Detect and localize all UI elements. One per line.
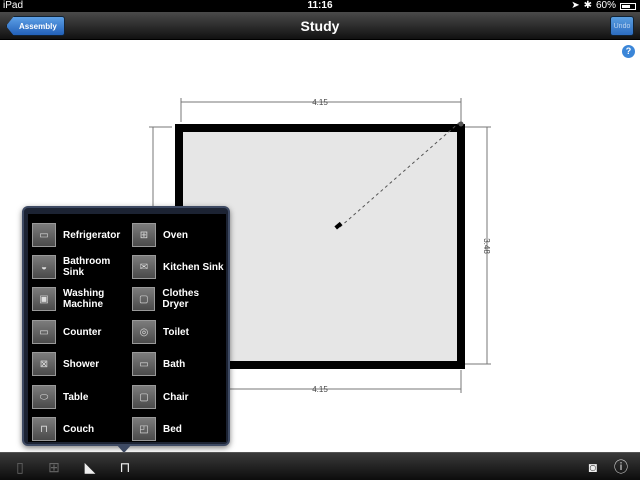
menu-item-oven[interactable]: ⊞ Oven bbox=[132, 220, 188, 250]
menu-item-label: Bath bbox=[163, 358, 186, 370]
menu-item-counter[interactable]: ▭ Counter bbox=[32, 317, 101, 347]
menu-item-washing-machine[interactable]: ▣ Washing Machine bbox=[32, 284, 123, 314]
bottom-dimension-label: 4.15 bbox=[312, 385, 328, 394]
menu-item-label: Table bbox=[63, 391, 89, 403]
clock: 11:16 bbox=[307, 0, 333, 11]
toilet-icon: ◎ bbox=[132, 320, 156, 344]
bed-icon: ◰ bbox=[132, 417, 156, 441]
menu-item-label: Counter bbox=[63, 326, 102, 338]
left-dimension bbox=[149, 126, 172, 210]
info-icon[interactable]: ⓘ bbox=[611, 457, 631, 477]
menu-item-toilet[interactable]: ◎ Toilet bbox=[132, 317, 189, 347]
menu-item-bath[interactable]: ▭ Bath bbox=[132, 349, 185, 379]
menu-item-shower[interactable]: ⊠ Shower bbox=[32, 349, 99, 379]
battery-icon bbox=[620, 2, 636, 10]
menu-item-label: Couch bbox=[63, 423, 95, 435]
menu-item-label: Refrigerator bbox=[63, 229, 121, 241]
undo-button[interactable]: Undo bbox=[610, 16, 634, 36]
bathroom-sink-icon: ◒ bbox=[32, 255, 56, 279]
chair-icon: ▢ bbox=[132, 385, 156, 409]
window-icon[interactable]: ⊞ bbox=[44, 457, 64, 477]
stairs-icon[interactable]: ◣ bbox=[80, 457, 100, 477]
location-icon: ➤ bbox=[571, 0, 580, 11]
menu-item-label: Kitchen Sink bbox=[163, 261, 224, 273]
furniture-icon[interactable]: ⊓ bbox=[115, 457, 135, 477]
menu-item-chair[interactable]: ▢ Chair bbox=[132, 382, 189, 412]
camera-icon[interactable]: ◙ bbox=[583, 457, 603, 477]
menu-item-label: Oven bbox=[163, 229, 189, 241]
menu-item-label: Bed bbox=[163, 423, 182, 435]
battery-percent: 60% bbox=[595, 0, 616, 11]
furniture-popover: ▭ Refrigerator ⊞ Oven ◒ Bathroom Sink ✉ … bbox=[22, 206, 230, 446]
menu-item-label: Clothes Dryer bbox=[162, 288, 200, 310]
bottom-toolbar: ▯ ⊞ ◣ ⊓ ◙ ⓘ bbox=[0, 452, 640, 480]
menu-item-label: Chair bbox=[163, 391, 189, 403]
menu-item-bed[interactable]: ◰ Bed bbox=[132, 414, 182, 444]
menu-item-bathroom-sink[interactable]: ◒ Bathroom Sink bbox=[32, 252, 123, 282]
corner-handle bbox=[458, 121, 464, 127]
refrigerator-icon: ▭ bbox=[32, 223, 56, 247]
washing-machine-icon: ▣ bbox=[32, 287, 56, 311]
right-dimension-label: 3.48 bbox=[482, 238, 491, 254]
couch-icon: ⊓ bbox=[32, 417, 56, 441]
kitchen-sink-icon: ✉ bbox=[132, 255, 156, 279]
bath-icon: ▭ bbox=[132, 352, 156, 376]
menu-item-kitchen-sink[interactable]: ✉ Kitchen Sink bbox=[132, 252, 224, 282]
menu-item-label: Shower bbox=[63, 358, 100, 370]
page-title: Study bbox=[300, 18, 340, 34]
menu-item-clothes-dryer[interactable]: ▢ Clothes Dryer bbox=[132, 284, 226, 314]
menu-item-label: Toilet bbox=[163, 326, 189, 338]
menu-item-label: Bathroom Sink bbox=[63, 256, 111, 278]
furniture-grid: ▭ Refrigerator ⊞ Oven ◒ Bathroom Sink ✉ … bbox=[28, 214, 226, 442]
shower-icon: ⊠ bbox=[32, 352, 56, 376]
navigation-bar: Study Assembly Undo bbox=[0, 12, 640, 40]
bluetooth-icon: ✱ bbox=[583, 0, 592, 11]
oven-icon: ⊞ bbox=[132, 223, 156, 247]
menu-item-label: Washing Machine bbox=[63, 288, 105, 310]
door-icon[interactable]: ▯ bbox=[10, 457, 30, 477]
back-button[interactable]: Assembly bbox=[6, 16, 65, 36]
status-bar: iPad 11:16 ➤ ✱ 60% bbox=[0, 0, 640, 12]
menu-item-table[interactable]: ⬭ Table bbox=[32, 382, 88, 412]
counter-icon: ▭ bbox=[32, 320, 56, 344]
app-screen: iPad 11:16 ➤ ✱ 60% Study Assembly Undo ? bbox=[0, 0, 640, 480]
menu-item-refrigerator[interactable]: ▭ Refrigerator bbox=[32, 220, 120, 250]
table-icon: ⬭ bbox=[32, 385, 56, 409]
top-dimension-label: 4.15 bbox=[312, 98, 328, 107]
menu-item-couch[interactable]: ⊓ Couch bbox=[32, 414, 94, 444]
status-right: ➤ ✱ 60% bbox=[571, 0, 636, 12]
clothes-dryer-icon: ▢ bbox=[132, 287, 156, 311]
